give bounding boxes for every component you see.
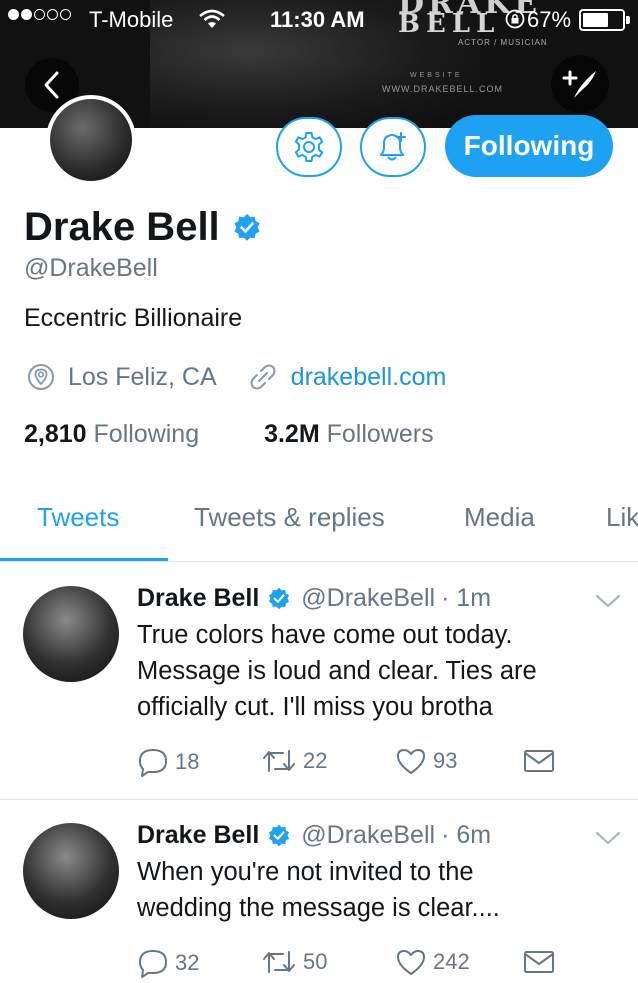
notifications-button[interactable] <box>360 117 426 177</box>
gear-icon <box>294 132 324 162</box>
direct-message-button[interactable] <box>523 747 555 775</box>
retweet-icon <box>263 951 295 973</box>
tweet[interactable]: Drake Bell @DrakeBell · 6m When you're n… <box>0 800 638 983</box>
location-pin-icon <box>28 364 54 390</box>
verified-badge-icon <box>269 824 290 846</box>
reply-count: 32 <box>175 950 200 975</box>
tab-tweets-replies[interactable]: Tweets & replies <box>194 502 385 533</box>
signal-strength-icon <box>8 9 71 20</box>
tweet-avatar[interactable] <box>23 586 119 682</box>
signal-dot <box>34 9 45 20</box>
heart-icon <box>397 749 425 774</box>
tweet-text: When you're not invited to the wedding t… <box>137 854 617 926</box>
link-icon <box>250 364 276 390</box>
tweet-author-handle: @DrakeBell <box>301 584 436 612</box>
like-count: 93 <box>433 748 458 773</box>
verified-badge-icon <box>234 213 260 241</box>
carrier-name: T-Mobile <box>89 7 174 32</box>
profile-stats: 2,810 Following 3.2M Followers <box>24 420 434 449</box>
retweet-count: 22 <box>303 748 328 773</box>
profile-name: Drake Bell <box>24 205 220 249</box>
retweet-button[interactable]: 22 <box>261 747 327 775</box>
reply-count: 18 <box>175 749 200 774</box>
retweet-count: 50 <box>303 949 328 974</box>
battery-percent: 67% <box>527 7 572 32</box>
tab-tweets[interactable]: Tweets <box>37 502 119 533</box>
envelope-icon <box>524 951 554 973</box>
tweet-header: Drake Bell @DrakeBell · 1m <box>137 584 491 613</box>
active-tab-indicator <box>0 558 168 561</box>
profile-handle: @DrakeBell <box>24 254 158 282</box>
signal-dot <box>8 9 19 20</box>
tweet-text-line: wedding the message is clear.... <box>137 894 500 922</box>
tweet-header: Drake Bell @DrakeBell · 6m <box>137 821 491 850</box>
followers-stat[interactable]: 3.2M Followers <box>264 420 434 448</box>
signal-dot <box>60 9 71 20</box>
following-button[interactable]: Following <box>445 115 613 177</box>
profile-location: Los Feliz, CA <box>68 362 217 391</box>
heart-icon <box>397 950 425 975</box>
profile-meta: Los Feliz, CA drakebell.com <box>26 362 446 392</box>
compose-tweet-button[interactable] <box>551 55 609 113</box>
profile-website-link[interactable]: drakebell.com <box>291 363 447 392</box>
banner-website-url: WWW.DRAKEBELL.COM <box>382 84 504 94</box>
like-button[interactable]: 93 <box>395 747 457 775</box>
followers-count: 3.2M <box>264 420 320 448</box>
battery-level <box>583 13 609 27</box>
battery-icon <box>579 9 625 31</box>
status-bar: T-Mobile 11:30 AM 67% <box>0 0 638 40</box>
tweet-text-line: True colors have come out today. <box>137 621 513 649</box>
envelope-icon <box>524 750 554 772</box>
chevron-down-icon[interactable] <box>595 830 621 846</box>
following-count: 2,810 <box>24 420 87 448</box>
tab-media[interactable]: Media <box>464 502 535 533</box>
like-button[interactable]: 242 <box>395 948 470 976</box>
following-label: Following <box>93 420 200 448</box>
profile-bio: Eccentric Billionaire <box>24 304 243 332</box>
tab-likes[interactable]: Lik <box>606 502 638 533</box>
bell-plus-icon <box>380 132 406 161</box>
status-time: 11:30 AM <box>270 7 365 32</box>
chevron-left-icon <box>44 71 59 99</box>
tweet-timestamp: · 1m <box>441 584 492 612</box>
retweet-button[interactable]: 50 <box>261 948 327 976</box>
tweet-author-name[interactable]: Drake Bell <box>137 821 259 850</box>
banner-website-label: WEBSITE <box>410 72 463 79</box>
reply-icon <box>139 950 167 978</box>
tweet-text-line: When you're not invited to the <box>137 858 474 886</box>
followers-label: Followers <box>326 420 434 448</box>
tweet-text: True colors have come out today. Message… <box>137 617 617 725</box>
retweet-icon <box>263 750 295 772</box>
tweet-text-line: Message is loud and clear. Ties are <box>137 657 537 685</box>
tweet-author-name[interactable]: Drake Bell <box>137 584 259 613</box>
tweet-timestamp: · 6m <box>441 821 492 849</box>
reply-icon <box>139 749 167 777</box>
profile-settings-button[interactable] <box>276 117 342 177</box>
battery-tip <box>626 16 630 24</box>
signal-dot <box>47 9 58 20</box>
direct-message-button[interactable] <box>523 948 555 976</box>
rotation-lock-icon <box>505 9 525 35</box>
following-stat[interactable]: 2,810 Following <box>24 420 206 448</box>
like-count: 242 <box>433 949 470 974</box>
tweet-text-line: officially cut. I'll miss you brotha <box>137 693 493 721</box>
verified-badge-icon <box>269 587 290 609</box>
profile-tabs: Tweets Tweets & replies Media Lik <box>0 480 638 562</box>
reply-button[interactable]: 32 <box>137 948 199 978</box>
tweet-author-handle: @DrakeBell <box>301 821 436 849</box>
profile-name-row: Drake Bell <box>24 205 262 250</box>
tweet-avatar[interactable] <box>23 823 119 919</box>
reply-button[interactable]: 18 <box>137 747 199 777</box>
wifi-icon <box>199 9 225 35</box>
chevron-down-icon[interactable] <box>595 593 621 609</box>
compose-tweet-icon <box>562 70 596 98</box>
profile-avatar[interactable] <box>46 95 136 185</box>
signal-dot <box>21 9 32 20</box>
tweet[interactable]: Drake Bell @DrakeBell · 1m True colors h… <box>0 563 638 800</box>
